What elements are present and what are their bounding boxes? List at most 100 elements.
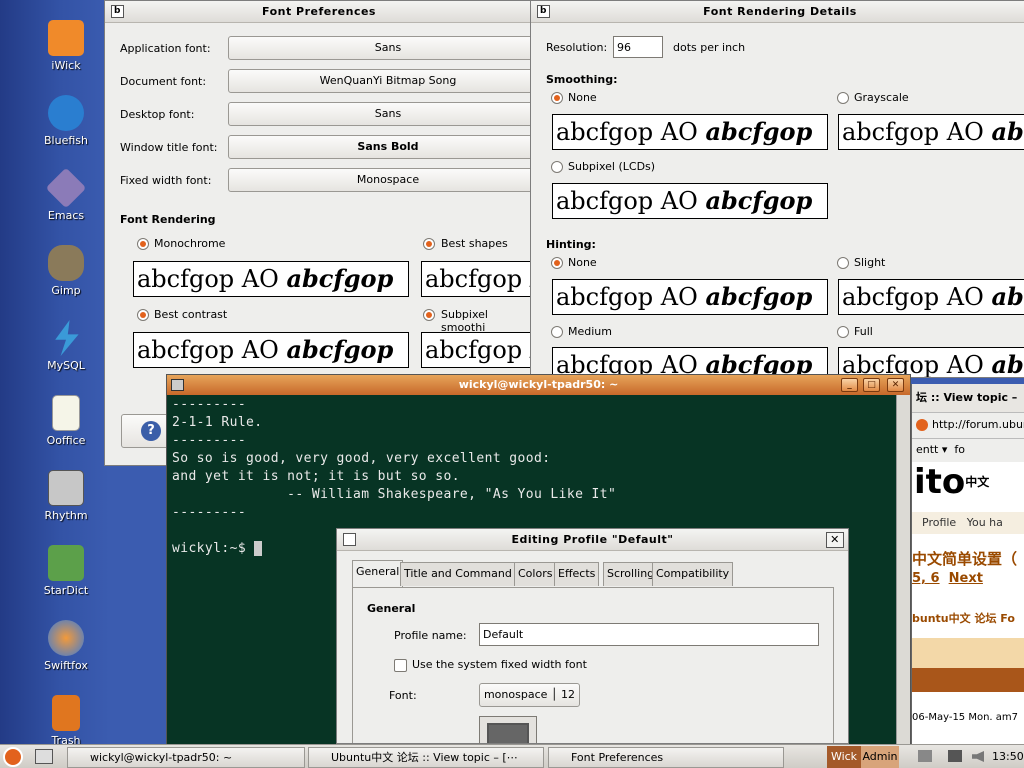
messages-link[interactable]: You ha <box>967 516 1003 529</box>
close-button[interactable]: ✕ <box>887 378 904 392</box>
subpixel-lcd-sample: abcfgop AO abcfgop <box>552 183 828 219</box>
desktop-icon-stardict[interactable]: StarDict <box>26 545 106 597</box>
fixed-width-font-button[interactable]: Monospace <box>228 168 533 192</box>
profile-link[interactable]: Profile <box>922 516 956 529</box>
terminal-scrollbar[interactable] <box>896 395 910 745</box>
terminal-line: and yet it is not; it is but so so. <box>172 469 460 484</box>
font-rendering-details-window: b Font Rendering Details Resolution: 96 d… <box>530 0 1024 378</box>
application-font-button[interactable]: Sans <box>228 36 533 60</box>
sample-plain-text: abcfgop AO <box>556 187 706 215</box>
monitor-icon <box>487 723 529 743</box>
desktop-icon-label: StarDict <box>43 584 89 597</box>
browser-icon <box>48 620 84 656</box>
desktop-icon-mysql[interactable]: MySQL <box>26 320 106 372</box>
show-desktop-icon[interactable] <box>35 749 53 764</box>
forum-breadcrumb[interactable]: buntu中文 论坛 Fo <box>912 610 1024 626</box>
font-picker-button[interactable]: monospace │ 12 <box>479 683 580 707</box>
sample-plain-text: abcfgop AO <box>842 118 992 146</box>
tab-effects[interactable]: Effects <box>554 562 600 586</box>
workspace-admin[interactable]: Admin <box>861 746 899 768</box>
desktop-icon-label: Emacs <box>47 209 85 222</box>
subpixel-smoothing-radio[interactable] <box>423 309 435 321</box>
volume-icon[interactable] <box>972 751 984 762</box>
window-titlebar[interactable]: b Font Rendering Details <box>531 1 1024 23</box>
tab-title-and-command[interactable]: Title and Command <box>400 562 516 586</box>
monochrome-sample: abcfgop AO abcfgop <box>133 261 409 297</box>
lightning-icon <box>55 320 79 356</box>
desktop-icon-label: Swiftfox <box>44 659 88 672</box>
desktop-icon-gimp[interactable]: Gimp <box>26 245 106 297</box>
printer-icon[interactable] <box>918 750 932 762</box>
site-logo: ito中文 <box>912 462 1024 512</box>
smoothing-none-sample: abcfgop AO abcfgop <box>552 114 828 150</box>
minimize-button[interactable]: _ <box>841 378 858 392</box>
maximize-button[interactable]: □ <box>863 378 880 392</box>
bookmarks-bar: entt ▾ fo <box>912 438 1024 462</box>
smoothing-none-radio[interactable] <box>551 92 563 104</box>
hinting-slight-radio[interactable] <box>837 257 849 269</box>
hinting-full-radio[interactable] <box>837 326 849 338</box>
url-bar[interactable]: http://forum.ubun <box>912 412 1024 438</box>
task-terminal[interactable]: wickyl@wickyl-tpadr50: ~ <box>67 747 305 768</box>
monochrome-radio[interactable] <box>137 238 149 250</box>
task-firefox[interactable]: Ubuntu中文 论坛 :: View topic – [⋯ <box>308 747 544 768</box>
tab-general[interactable]: General <box>352 560 404 587</box>
document-font-button[interactable]: WenQuanYi Bitmap Song <box>228 69 533 93</box>
subpixel-smoothing-label: Subpixel smoothi <box>441 308 488 334</box>
ubuntu-menu-icon[interactable] <box>3 747 23 767</box>
terminal-prompt: wickyl:~$ <box>172 541 263 556</box>
desktop-icon-trash[interactable]: Trash <box>26 695 106 747</box>
profile-name-input[interactable]: Default <box>479 623 819 646</box>
bottom-panel: wickyl@wickyl-tpadr50: ~ Ubuntu中文 论坛 :: … <box>0 744 1024 768</box>
bookmark-entt[interactable]: entt <box>916 443 938 456</box>
desktop-icon-ooffice[interactable]: Ooffice <box>26 395 106 447</box>
hinting-medium-radio[interactable] <box>551 326 563 338</box>
desktop-font-button[interactable]: Sans <box>228 102 533 126</box>
sample-plain-text: abcfgop AO <box>556 118 706 146</box>
tab-scrolling[interactable]: Scrolling <box>603 562 659 586</box>
tab-compatibility[interactable]: Compatibility <box>652 562 734 586</box>
profile-icon-button[interactable] <box>479 716 537 743</box>
best-contrast-radio[interactable] <box>137 309 149 321</box>
profile-name-label: Profile name: <box>394 629 467 642</box>
dialog-close-button[interactable]: ✕ <box>826 532 844 548</box>
sample-bold-text: abcfgop <box>991 350 1024 378</box>
desktop-icon-rhythm[interactable]: Rhythm <box>26 470 106 522</box>
clock[interactable]: 13:50 <box>992 750 1024 763</box>
sample-bold-text: abcfgop <box>286 335 394 364</box>
desktop-icon-iwick[interactable]: iWick <box>26 20 106 72</box>
desktop-icon-emacs[interactable]: Emacs <box>26 167 106 222</box>
tab-colors[interactable]: Colors <box>514 562 557 586</box>
workspace-wick[interactable]: Wick <box>827 746 861 768</box>
best-contrast-label: Best contrast <box>154 308 228 321</box>
desktop-font-label: Desktop font: <box>120 108 195 121</box>
task-font-preferences[interactable]: Font Preferences <box>548 747 784 768</box>
next-link[interactable]: Next <box>949 571 983 586</box>
sample-bold-text: abcfgop <box>705 117 813 146</box>
resolution-spinbutton[interactable]: 96 <box>613 36 663 58</box>
terminal-titlebar[interactable]: wickyl@wickyl-tpadr50: ~ _ □ ✕ <box>167 375 910 395</box>
gimp-icon <box>48 245 84 281</box>
app-icon: b <box>111 5 124 18</box>
grayscale-radio[interactable] <box>837 92 849 104</box>
sample-plain-text: abcfgop AO <box>137 265 287 293</box>
network-icon[interactable] <box>948 750 962 762</box>
page-links[interactable]: 5, 6 <box>912 571 940 586</box>
ubuntu-favicon <box>916 419 928 431</box>
hinting-medium-label: Medium <box>568 325 612 338</box>
desktop-icon-swiftfox[interactable]: Swiftfox <box>26 620 106 672</box>
desktop-icon-bluefish[interactable]: Bluefish <box>26 95 106 147</box>
sample-bold-text: abcfgop <box>286 264 394 293</box>
subpixel-lcd-radio[interactable] <box>551 161 563 173</box>
desktop-icon-label: Ooffice <box>46 434 86 447</box>
window-titlebar[interactable]: b Font Preferences <box>105 1 533 23</box>
window-title-font-button[interactable]: Sans Bold <box>228 135 533 159</box>
hinting-none-radio[interactable] <box>551 257 563 269</box>
dialog-titlebar[interactable]: Editing Profile "Default" ✕ <box>337 529 848 551</box>
bookmark-fo[interactable]: fo <box>954 443 965 456</box>
best-shapes-radio[interactable] <box>423 238 435 250</box>
hinting-full-label: Full <box>854 325 873 338</box>
best-contrast-sample: abcfgop AO abcfgop <box>133 332 409 368</box>
topic-heading[interactable]: 中文简单设置（ <box>912 534 1024 569</box>
system-font-checkbox[interactable] <box>394 659 407 672</box>
